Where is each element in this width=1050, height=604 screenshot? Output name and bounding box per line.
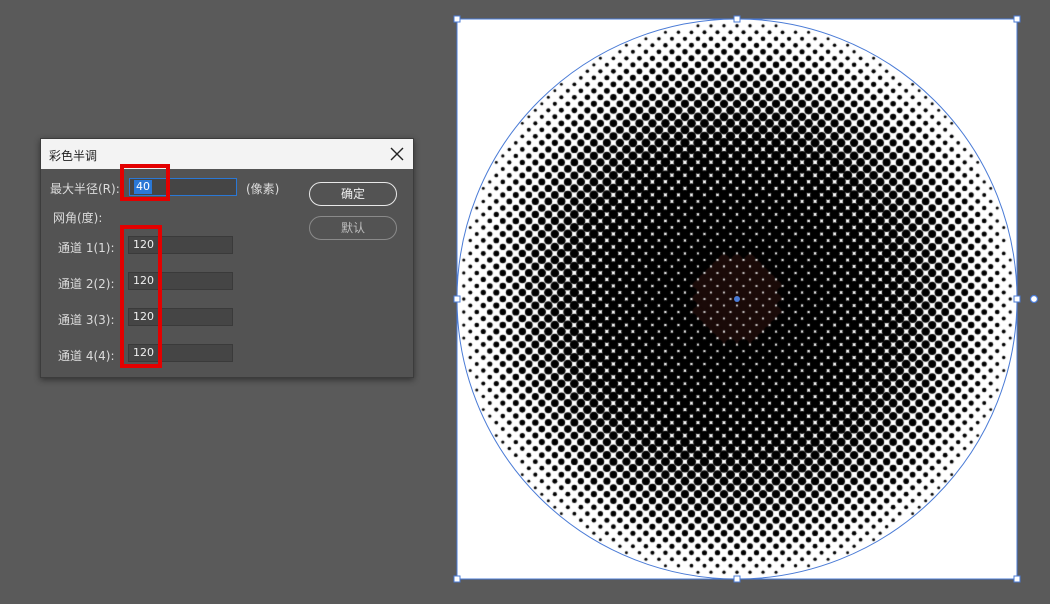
channel-1-value: 120 <box>133 238 154 251</box>
channel-1-input[interactable]: 120 <box>128 236 233 254</box>
channel-4-label: 通道 4(4): <box>58 349 115 363</box>
max-radius-label: 最大半径(R): <box>50 182 120 196</box>
channel-3-input[interactable]: 120 <box>128 308 233 326</box>
max-radius-value: 40 <box>134 180 152 194</box>
max-radius-unit: (像素) <box>246 182 280 196</box>
color-halftone-dialog: 彩色半调 最大半径(R): 40 (像素) 网角(度): 通道 1(1): 12… <box>40 138 414 378</box>
dialog-title: 彩色半调 <box>49 149 98 163</box>
rotate-handle <box>1029 294 1039 304</box>
max-radius-input[interactable]: 40 <box>129 178 237 196</box>
channel-3-label: 通道 3(3): <box>58 313 115 327</box>
channel-3-value: 120 <box>133 310 154 323</box>
halftone-circle-image <box>457 19 1017 579</box>
channel-2-label: 通道 2(2): <box>58 277 115 291</box>
default-button[interactable]: 默认 <box>309 216 397 240</box>
dialog-titlebar[interactable]: 彩色半调 <box>41 139 413 169</box>
channel-2-input[interactable]: 120 <box>128 272 233 290</box>
channel-2-value: 120 <box>133 274 154 287</box>
close-icon[interactable] <box>387 144 407 164</box>
screen-angles-label: 网角(度): <box>53 211 103 225</box>
channel-1-label: 通道 1(1): <box>58 241 115 255</box>
ok-button[interactable]: 确定 <box>309 182 397 206</box>
channel-4-value: 120 <box>133 346 154 359</box>
artboard <box>457 19 1017 579</box>
channel-4-input[interactable]: 120 <box>128 344 233 362</box>
